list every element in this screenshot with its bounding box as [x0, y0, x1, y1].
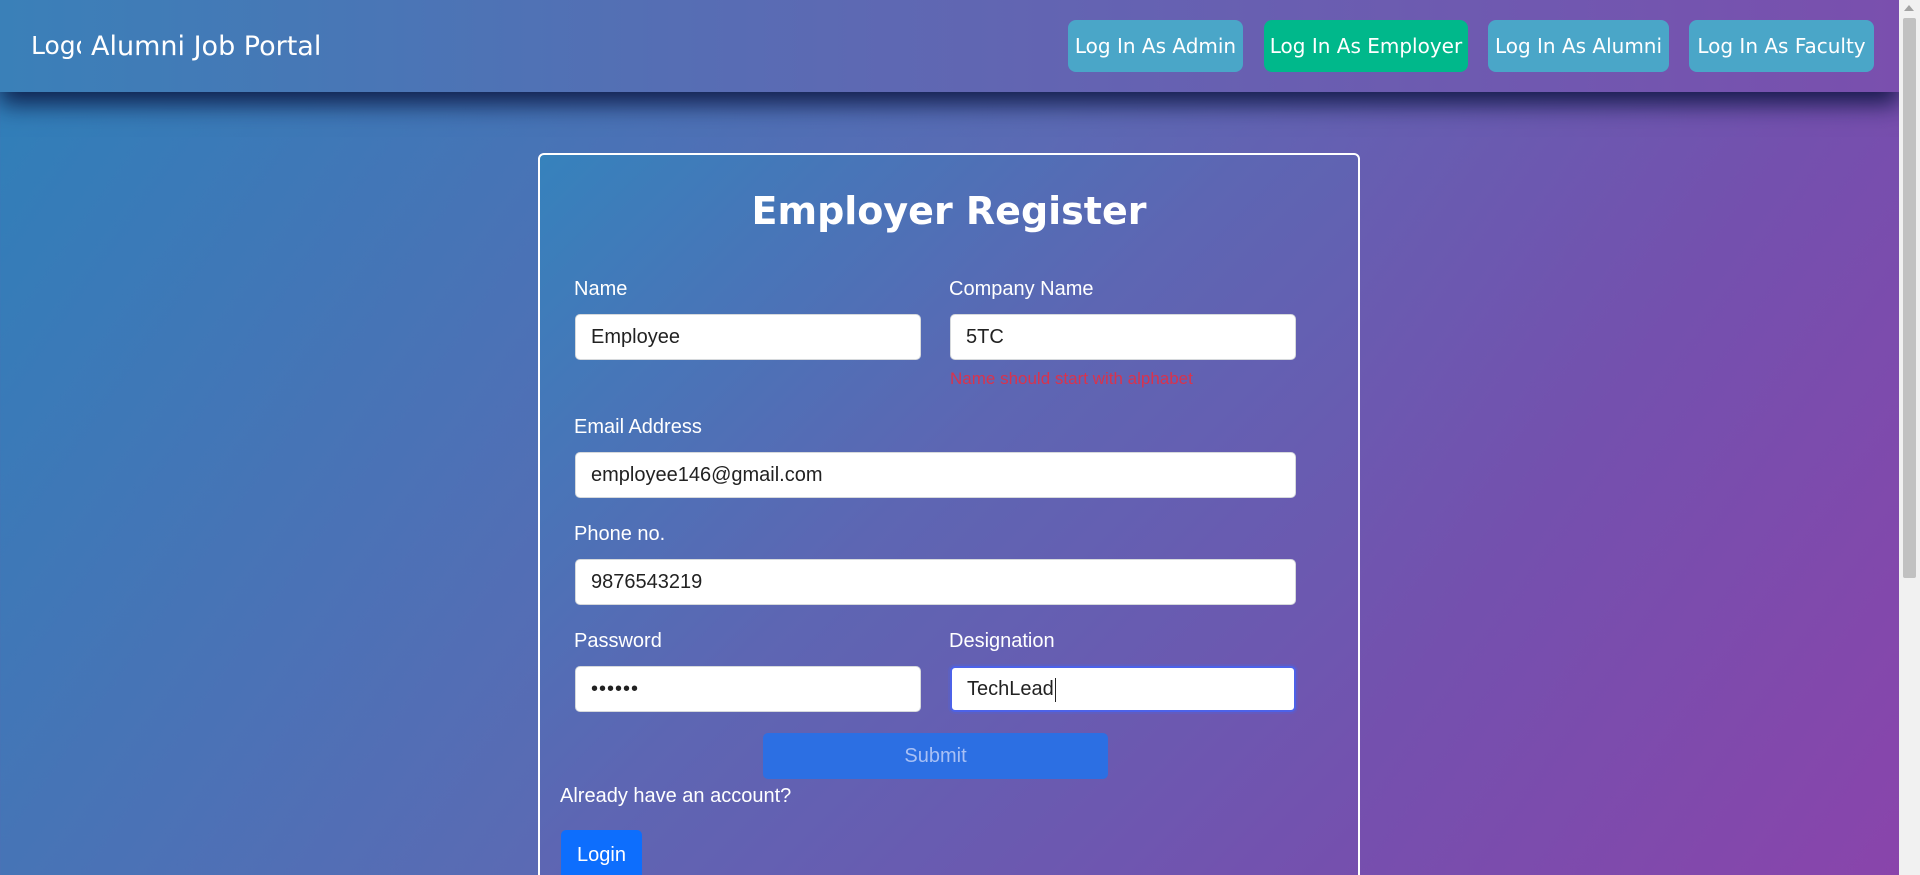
designation-value: TechLead [967, 678, 1054, 700]
email-input[interactable]: employee146@gmail.com [575, 452, 1296, 498]
page-scrollbar[interactable] [1899, 0, 1920, 875]
brand[interactable]: Logo Alumni Job Portal [31, 28, 321, 64]
company-name-input[interactable]: 5TC [950, 314, 1296, 360]
page-title: Employer Register [751, 189, 1147, 233]
scroll-up-arrow-icon[interactable] [1904, 5, 1914, 11]
company-name-label: Company Name [949, 278, 1094, 300]
password-input[interactable]: •••••• [575, 666, 921, 712]
name-label: Name [574, 278, 628, 300]
login-admin-button[interactable]: Log In As Admin [1068, 20, 1243, 72]
account-prompt: Already have an account? [560, 785, 792, 807]
password-label: Password [574, 630, 662, 652]
logo-broken-image: Logo [31, 31, 81, 60]
register-card: Employer Register Name Employee Company … [538, 153, 1360, 875]
login-faculty-button[interactable]: Log In As Faculty [1689, 20, 1874, 72]
login-employer-button[interactable]: Log In As Employer [1264, 20, 1468, 72]
email-label: Email Address [574, 416, 702, 438]
designation-input[interactable]: TechLead [950, 666, 1296, 712]
designation-label: Designation [949, 630, 1055, 652]
login-button[interactable]: Login [561, 830, 642, 875]
phone-label: Phone no. [574, 523, 666, 545]
name-input[interactable]: Employee [575, 314, 921, 360]
company-name-error: Name should start with alphabet [950, 369, 1193, 388]
scroll-thumb[interactable] [1903, 18, 1916, 578]
login-alumni-button[interactable]: Log In As Alumni [1488, 20, 1669, 72]
submit-button[interactable]: Submit [763, 733, 1108, 779]
phone-input[interactable]: 9876543219 [575, 559, 1296, 605]
text-caret [1054, 677, 1056, 702]
brand-title: Alumni Job Portal [91, 30, 322, 62]
top-navbar: Logo Alumni Job Portal Log In As Admin L… [0, 0, 1899, 92]
